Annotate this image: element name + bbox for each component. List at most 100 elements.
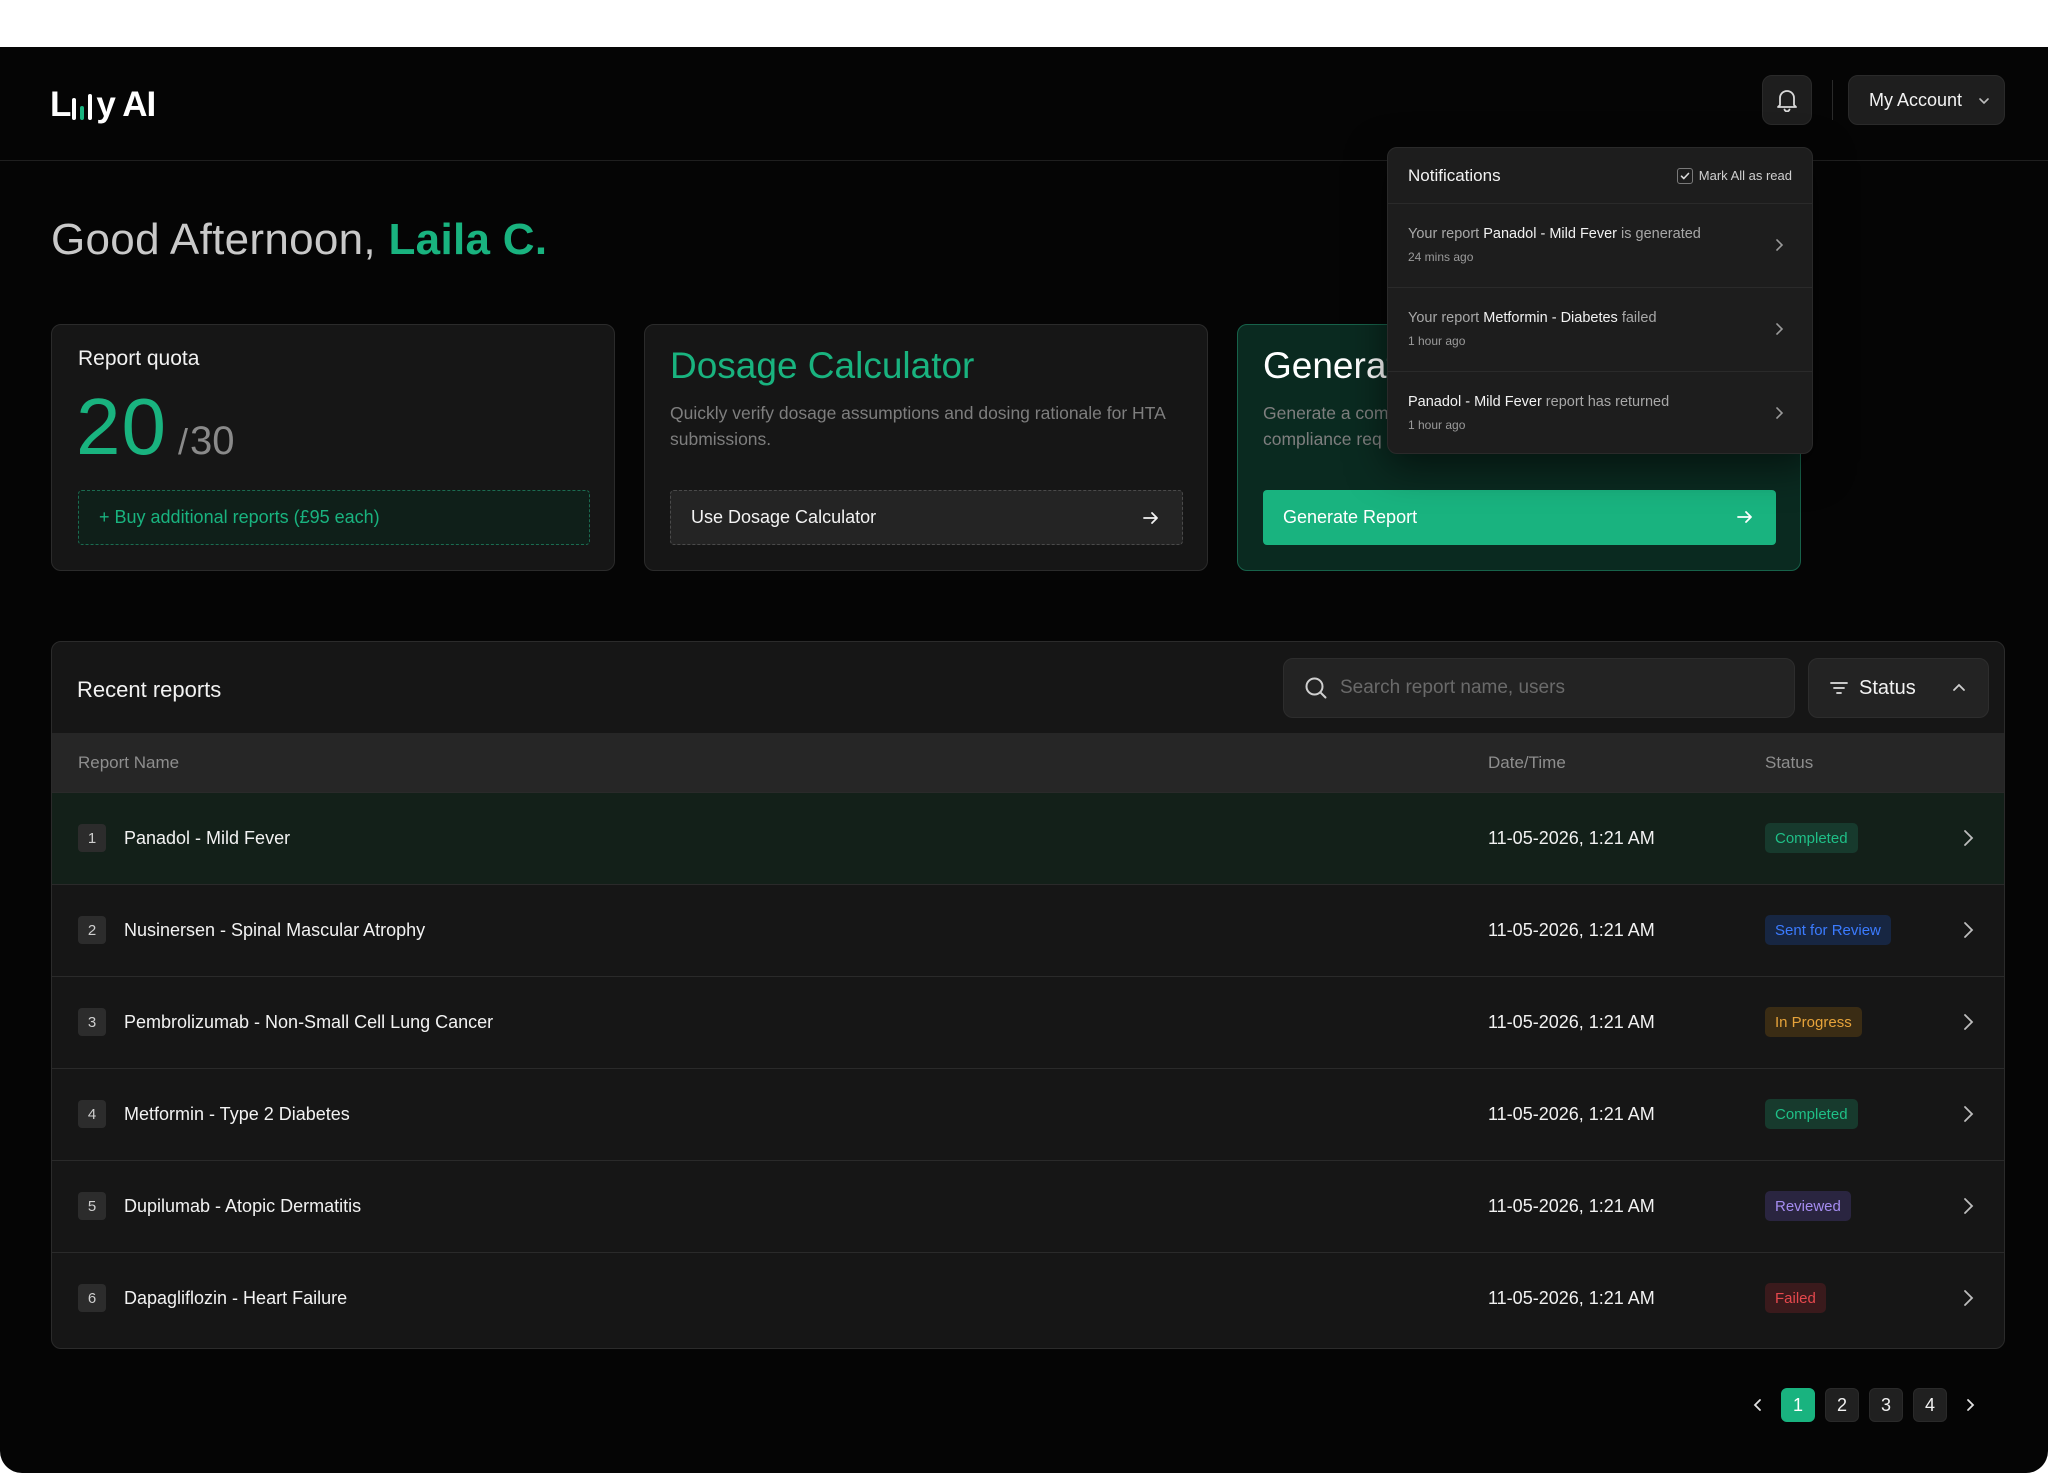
dosage-calculator-card: Dosage Calculator Quickly verify dosage …	[644, 324, 1208, 571]
report-quota-used: 20	[76, 382, 167, 471]
quota-slash: /	[178, 421, 189, 462]
recent-reports-panel: Recent reports Status Report Name Date/T…	[51, 641, 2005, 1349]
greeting-user-name: Laila C.	[388, 215, 548, 264]
notifications-title: Notifications	[1408, 165, 1501, 185]
notification-item[interactable]: Your report Panadol - Mild Fever is gene…	[1388, 204, 1812, 288]
filter-lines-icon	[1830, 682, 1848, 694]
greeting-heading: Good Afternoon, Laila C.	[51, 215, 547, 265]
notification-message: Your report Panadol - Mild Fever is gene…	[1408, 224, 1762, 244]
my-account-label: My Account	[1869, 89, 1963, 110]
column-status[interactable]: Status	[1765, 753, 1813, 773]
column-date-time[interactable]: Date/Time	[1488, 753, 1566, 773]
status-badge: Sent for Review	[1765, 915, 1891, 945]
notification-message: Your report Metformin - Diabetes failed	[1408, 308, 1762, 328]
report-date: 11-05-2026, 1:21 AM	[1488, 1288, 1655, 1308]
report-date: 11-05-2026, 1:21 AM	[1488, 1196, 1655, 1216]
report-date: 11-05-2026, 1:21 AM	[1488, 828, 1655, 848]
table-row[interactable]: 6 Dapagliflozin - Heart Failure 11-05-20…	[52, 1252, 2004, 1344]
chevron-right-icon	[1776, 239, 1784, 251]
generate-report-title: Generat	[1263, 345, 1397, 386]
notification-item[interactable]: Your report Metformin - Diabetes failed …	[1388, 288, 1812, 372]
notifications-button[interactable]	[1762, 75, 1812, 125]
report-name: Dupilumab - Atopic Dermatitis	[124, 1196, 362, 1216]
row-index: 6	[78, 1284, 106, 1312]
header-divider	[1832, 80, 1833, 120]
notifications-header: Notifications Mark All as read	[1388, 148, 1812, 204]
report-quota-total-value: 30	[190, 419, 235, 463]
table-row[interactable]: 4 Metformin - Type 2 Diabetes 11-05-2026…	[52, 1068, 2004, 1160]
report-search-box[interactable]	[1283, 658, 1795, 718]
notification-report-name: Panadol - Mild Fever	[1408, 394, 1542, 410]
row-index: 5	[78, 1192, 106, 1220]
row-index: 2	[78, 916, 106, 944]
notification-text: Your report	[1408, 226, 1484, 242]
prev-page-button[interactable]	[1745, 1388, 1771, 1422]
table-row[interactable]: 5 Dupilumab - Atopic Dermatitis 11-05-20…	[52, 1160, 2004, 1252]
report-name: Nusinersen - Spinal Mascular Atrophy	[124, 920, 426, 940]
logo-text-prefix: L	[50, 85, 71, 124]
table-row[interactable]: 3 Pembrolizumab - Non-Small Cell Lung Ca…	[52, 976, 2004, 1068]
report-name: Dapagliflozin - Heart Failure	[124, 1288, 348, 1308]
check-icon	[1680, 172, 1690, 179]
page-button-2[interactable]: 2	[1825, 1388, 1859, 1422]
chevron-up-icon	[1953, 683, 1965, 691]
mark-all-label: Mark All as read	[1698, 168, 1792, 183]
app-window: L y AI My Account Good Afternoon, Laila …	[0, 47, 2048, 1473]
generate-report-label: Generate Report	[1283, 507, 1418, 527]
notification-message: Panadol - Mild Fever report has returned	[1408, 392, 1762, 412]
search-icon	[1305, 677, 1327, 699]
logo-text-suffix: y AI	[96, 85, 156, 124]
report-name: Pembrolizumab - Non-Small Cell Lung Canc…	[124, 1012, 494, 1032]
table-row[interactable]: 1 Panadol - Mild Fever 11-05-2026, 1:21 …	[52, 792, 2004, 884]
status-badge: Reviewed	[1765, 1191, 1851, 1221]
report-date: 11-05-2026, 1:21 AM	[1488, 920, 1655, 940]
arrow-right-icon	[1737, 511, 1752, 523]
mark-all-checkbox[interactable]	[1676, 167, 1693, 184]
pagination: 1 2 3 4	[1745, 1387, 1983, 1423]
notification-text: failed	[1617, 310, 1657, 326]
top-header: L y AI My Account	[0, 47, 2048, 161]
report-quota-total: /30	[178, 419, 235, 464]
bell-icon	[1777, 90, 1797, 112]
mark-all-as-read-toggle[interactable]: Mark All as read	[1676, 167, 1792, 184]
notification-text: Your report	[1408, 310, 1484, 326]
my-account-button[interactable]: My Account	[1848, 75, 2005, 125]
page-button-4[interactable]: 4	[1913, 1388, 1947, 1422]
logo-bars-icon	[72, 90, 93, 120]
row-index: 3	[78, 1008, 106, 1036]
next-page-button[interactable]	[1957, 1388, 1983, 1422]
notification-time: 1 hour ago	[1408, 334, 1466, 348]
chevron-right-icon	[1776, 323, 1784, 335]
column-report-name[interactable]: Report Name	[78, 753, 179, 773]
chevron-right-icon[interactable]	[1962, 1197, 1974, 1215]
notification-text: is generated	[1617, 226, 1701, 242]
table-header: Report Name Date/Time Status	[52, 733, 2004, 792]
chevron-right-icon[interactable]	[1962, 921, 1974, 939]
arrow-right-icon	[1143, 512, 1158, 524]
use-dosage-calculator-label: Use Dosage Calculator	[691, 507, 877, 527]
notification-report-name: Metformin - Diabetes	[1483, 310, 1618, 326]
status-badge: Completed	[1765, 823, 1858, 853]
chevron-right-icon[interactable]	[1962, 829, 1974, 847]
chevron-right-icon[interactable]	[1962, 1105, 1974, 1123]
report-date: 11-05-2026, 1:21 AM	[1488, 1104, 1655, 1124]
page-button-1[interactable]: 1	[1781, 1388, 1815, 1422]
notification-report-name: Panadol - Mild Fever	[1483, 226, 1618, 242]
status-badge: Failed	[1765, 1283, 1826, 1313]
page-button-3[interactable]: 3	[1869, 1388, 1903, 1422]
chevron-right-icon[interactable]	[1962, 1289, 1974, 1307]
generate-report-button[interactable]: Generate Report	[1263, 490, 1776, 545]
use-dosage-calculator-button[interactable]: Use Dosage Calculator	[670, 490, 1183, 545]
chevron-right-icon[interactable]	[1962, 1013, 1974, 1031]
chevron-right-icon	[1776, 407, 1784, 419]
buy-additional-reports-button[interactable]: + Buy additional reports (£95 each)	[78, 490, 590, 545]
search-input[interactable]	[1340, 677, 1780, 699]
table-row[interactable]: 2 Nusinersen - Spinal Mascular Atrophy 1…	[52, 884, 2004, 976]
report-date: 11-05-2026, 1:21 AM	[1488, 1012, 1655, 1032]
status-filter-button[interactable]: Status	[1808, 658, 1989, 718]
lilly-ai-logo[interactable]: L y AI	[50, 83, 156, 127]
notification-item[interactable]: Panadol - Mild Fever report has returned…	[1388, 372, 1812, 453]
notification-text: report has returned	[1541, 394, 1670, 410]
status-badge: In Progress	[1765, 1007, 1862, 1037]
chevron-right-icon	[1967, 1399, 1975, 1411]
